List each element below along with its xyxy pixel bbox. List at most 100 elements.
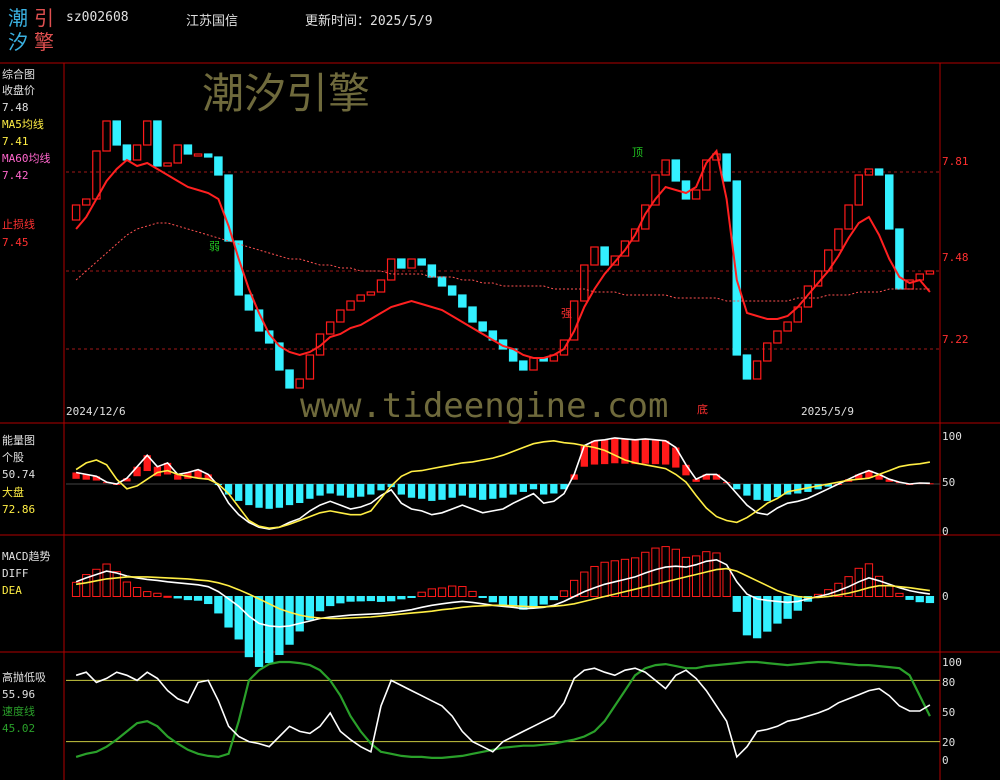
hilo-main-value: 55.96: [2, 688, 36, 701]
macd-bar: [509, 596, 518, 607]
y-tick-hilo-100: 100: [942, 656, 962, 669]
hilo-main-line: [75, 667, 931, 759]
macd-dea-line: [75, 567, 931, 620]
annotation-strong: 强: [561, 307, 572, 320]
macd-bar: [387, 596, 396, 602]
macd-bar: [549, 596, 558, 601]
stock-name: 江苏国信: [186, 14, 239, 29]
y-tick-energy-50: 50: [942, 476, 956, 489]
candle: [874, 168, 884, 176]
watermark-cn: 潮汐引擎: [202, 69, 371, 118]
logo-char-3: 汐: [8, 30, 28, 54]
y-tick-hilo-50: 50: [942, 706, 956, 719]
y-tick-hilo-20: 20: [942, 736, 956, 749]
watermark-url: www.tideengine.com: [300, 386, 669, 426]
candle: [203, 153, 213, 158]
macd-bar: [600, 561, 609, 598]
macd-bar: [468, 590, 477, 598]
candle: [519, 360, 528, 371]
candle: [458, 294, 467, 308]
energy-bar: [753, 484, 761, 500]
candle: [773, 330, 782, 344]
macd-bar: [417, 591, 426, 597]
macd-bar: [498, 596, 508, 606]
macd-bar: [519, 596, 528, 610]
macd-diff-label: DIFF: [2, 567, 29, 580]
stop-value: 7.45: [2, 236, 29, 249]
candle: [92, 150, 101, 200]
candle: [397, 258, 406, 269]
annotation-top: 顶: [632, 146, 643, 159]
energy-bar: [763, 484, 771, 501]
energy-bar: [448, 484, 456, 498]
macd-bar: [752, 596, 762, 639]
macd-bar: [163, 595, 172, 598]
candle: [834, 228, 843, 251]
energy-bar: [397, 484, 406, 495]
energy-title: 能量图: [2, 434, 35, 447]
candle: [427, 264, 437, 278]
candle: [844, 204, 853, 230]
macd-bar: [102, 563, 111, 597]
energy-bar: [407, 484, 416, 498]
candle: [81, 198, 91, 206]
close-label: 收盘价: [2, 84, 35, 97]
macd-bar: [244, 596, 254, 658]
stock-code: sz002608: [66, 10, 129, 25]
candle: [580, 264, 589, 302]
candle: [407, 258, 416, 269]
energy-bar: [743, 484, 751, 496]
candle: [214, 156, 223, 176]
energy-bar: [631, 439, 639, 465]
energy-bar: [733, 484, 741, 490]
macd-bar: [214, 596, 223, 614]
energy-bar: [519, 484, 527, 492]
macd-bar: [285, 596, 294, 645]
annotation-weak: 弱: [209, 240, 220, 253]
candle: [854, 174, 864, 206]
macd-bar: [254, 596, 264, 667]
energy-bar: [326, 484, 334, 494]
y-tick-hilo-80: 80: [942, 676, 956, 689]
energy-market-value: 72.86: [2, 503, 36, 516]
candle: [884, 174, 894, 230]
candle: [468, 306, 477, 323]
energy-bar: [428, 484, 436, 501]
candle: [366, 291, 376, 296]
macd-bar: [783, 596, 792, 619]
energy-bar: [265, 484, 273, 509]
candle: [895, 228, 904, 290]
date-start: 2024/12/6: [66, 405, 126, 418]
candle: [529, 357, 538, 371]
macd-bar: [732, 596, 741, 612]
candle: [285, 369, 294, 389]
macd-bar: [315, 596, 325, 612]
macd-bar: [569, 579, 579, 597]
energy-bar: [346, 484, 355, 498]
y-tick-hilo-0: 0: [942, 754, 949, 767]
candle: [102, 120, 111, 152]
ma60-label: MA60均线: [2, 152, 51, 165]
macd-bar: [183, 596, 193, 601]
candle: [325, 321, 335, 335]
macd-bar: [702, 551, 711, 597]
candle: [478, 321, 487, 332]
energy-bar: [306, 484, 314, 499]
energy-market-label: 大盘: [2, 486, 24, 499]
macd-bar: [671, 548, 680, 598]
main-title: 综合图: [2, 68, 35, 81]
macd-bar: [458, 586, 467, 597]
candle: [691, 189, 701, 200]
energy-bar: [336, 484, 345, 496]
candle: [305, 354, 315, 380]
candle: [722, 153, 731, 182]
candle: [437, 276, 447, 287]
candle: [122, 144, 132, 161]
macd-bar: [407, 596, 416, 598]
macd-bar: [153, 592, 162, 597]
energy-bar: [479, 484, 487, 500]
candle: [783, 321, 792, 332]
energy-bar: [611, 437, 619, 464]
macd-bar: [437, 587, 447, 598]
ma5-line: [75, 148, 931, 359]
